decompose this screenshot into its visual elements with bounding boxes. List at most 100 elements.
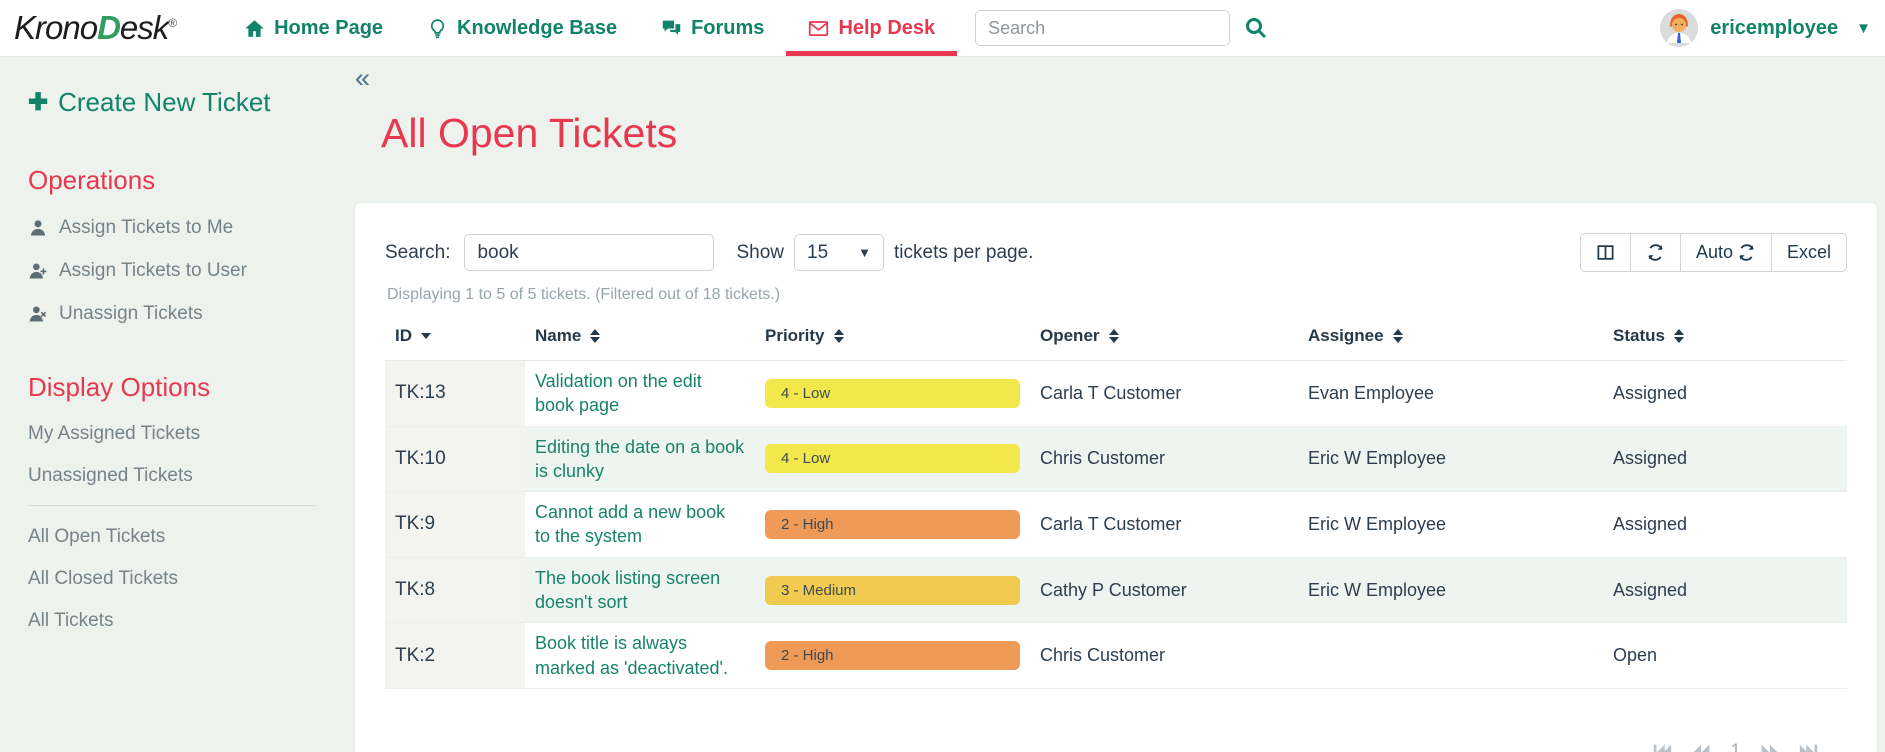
first-page-button[interactable] [1650, 741, 1674, 752]
first-page-icon [1650, 741, 1674, 752]
table-header-row: ID Name Priority Opener Assignee Status [385, 314, 1847, 361]
sidebar-item-label: Assign Tickets to Me [59, 217, 233, 239]
sort-both-icon [834, 329, 844, 343]
refresh-button[interactable] [1630, 233, 1681, 272]
nav-label: Forums [691, 17, 764, 40]
ticket-assignee: Eric W Employee [1298, 492, 1603, 558]
ticket-status: Assigned [1603, 557, 1847, 623]
nav-knowledge-base[interactable]: Knowledge Base [405, 0, 639, 56]
page-size-group: Show 15 ▼ tickets per page. [736, 234, 1033, 271]
column-header-status[interactable]: Status [1603, 314, 1847, 361]
create-new-ticket-button[interactable]: ✚ Create New Ticket [28, 87, 327, 118]
sidebar-item-all-tickets[interactable]: All Tickets [28, 610, 327, 632]
nav-label: Knowledge Base [457, 17, 617, 40]
sidebar-item-unassign-tickets[interactable]: Unassign Tickets [28, 303, 327, 325]
ticket-assignee [1298, 623, 1603, 689]
collapse-sidebar-button[interactable]: « [355, 65, 385, 92]
envelope-icon [808, 18, 829, 39]
nav-home-page[interactable]: Home Page [222, 0, 405, 56]
header-label: Status [1613, 326, 1665, 346]
display-options-heading: Display Options [28, 372, 327, 403]
next-page-button[interactable] [1757, 741, 1781, 752]
table-row: TK:10 Editing the date on a book is clun… [385, 426, 1847, 492]
column-header-id[interactable]: ID [385, 314, 525, 361]
sidebar-item-label: Assign Tickets to User [59, 260, 247, 282]
header-label: Name [535, 326, 581, 346]
column-header-priority[interactable]: Priority [755, 314, 1030, 361]
sidebar-item-all-closed-tickets[interactable]: All Closed Tickets [28, 568, 327, 590]
page-size-select[interactable]: 15 ▼ [794, 234, 884, 271]
forums-icon [661, 18, 682, 39]
search-icon[interactable] [1244, 16, 1268, 40]
ticket-name-link[interactable]: Validation on the edit book page [535, 369, 745, 418]
nav-label: Help Desk [838, 17, 935, 40]
ticket-opener: Cathy P Customer [1030, 557, 1298, 623]
ticket-name-link[interactable]: Book title is always marked as 'deactiva… [535, 631, 745, 680]
column-header-name[interactable]: Name [525, 314, 755, 361]
ticket-name-link[interactable]: Editing the date on a book is clunky [535, 435, 745, 484]
ticket-status: Assigned [1603, 492, 1847, 558]
avatar [1660, 9, 1698, 47]
ticket-assignee: Evan Employee [1298, 361, 1603, 427]
lightbulb-icon [427, 18, 448, 39]
sidebar-item-assign-tickets-to-me[interactable]: Assign Tickets to Me [28, 217, 327, 239]
ticket-search-input[interactable] [464, 234, 714, 271]
last-page-button[interactable] [1797, 741, 1821, 752]
plus-icon: ✚ [28, 88, 48, 117]
sidebar-item-all-open-tickets[interactable]: All Open Tickets [28, 526, 327, 548]
header-label: Priority [765, 326, 825, 346]
page-title: All Open Tickets [381, 110, 1877, 157]
logo-text-d: D [97, 9, 120, 46]
priority-badge: 4 - Low [765, 444, 1020, 473]
previous-page-button[interactable] [1690, 741, 1714, 752]
nav-forums[interactable]: Forums [639, 0, 786, 56]
ticket-id: TK:9 [385, 492, 525, 558]
logo-text-krono: Krono [14, 9, 97, 46]
ticket-assignee: Eric W Employee [1298, 426, 1603, 492]
current-page-number[interactable]: 1 [1730, 741, 1741, 752]
operations-list: Assign Tickets to Me Assign Tickets to U… [28, 217, 327, 325]
logo-text-esk: esk [120, 9, 168, 46]
column-header-assignee[interactable]: Assignee [1298, 314, 1603, 361]
table-row: TK:8 The book listing screen doesn't sor… [385, 557, 1847, 623]
sidebar-item-label: Unassign Tickets [59, 303, 203, 325]
ticket-status: Assigned [1603, 361, 1847, 427]
tickets-card: Search: Show 15 ▼ tickets per page. [355, 203, 1877, 752]
global-search-input[interactable] [975, 10, 1230, 46]
table-toolbar: Auto Excel [1580, 233, 1847, 272]
ticket-name-link[interactable]: Cannot add a new book to the system [535, 500, 745, 549]
column-header-opener[interactable]: Opener [1030, 314, 1298, 361]
last-page-icon [1797, 741, 1821, 752]
sort-desc-icon [421, 333, 431, 339]
auto-refresh-button[interactable]: Auto [1680, 233, 1772, 272]
top-navigation: Home Page Knowledge Base Forums Help Des… [222, 0, 957, 56]
columns-button[interactable] [1580, 233, 1631, 272]
priority-badge: 2 - High [765, 510, 1020, 539]
sort-both-icon [590, 329, 600, 343]
global-search [975, 10, 1268, 46]
ticket-name-link[interactable]: The book listing screen doesn't sort [535, 566, 745, 615]
priority-badge: 2 - High [765, 641, 1020, 670]
columns-icon [1596, 243, 1615, 262]
per-page-label: tickets per page. [894, 242, 1033, 264]
results-summary: Displaying 1 to 5 of 5 tickets. (Filtere… [387, 286, 1847, 304]
table-row: TK:9 Cannot add a new book to the system… [385, 492, 1847, 558]
sidebar: ✚ Create New Ticket Operations Assign Ti… [0, 57, 337, 752]
ticket-id: TK:8 [385, 557, 525, 623]
auto-refresh-label: Auto [1696, 242, 1733, 263]
previous-page-icon [1690, 741, 1714, 752]
pagination: 1 [385, 741, 1821, 752]
sidebar-item-unassigned-tickets[interactable]: Unassigned Tickets [28, 465, 327, 487]
sidebar-item-my-assigned-tickets[interactable]: My Assigned Tickets [28, 423, 327, 445]
user-menu[interactable]: ericemployee ▼ [1660, 9, 1871, 47]
chevron-down-icon: ▼ [858, 245, 871, 260]
nav-help-desk[interactable]: Help Desk [786, 0, 957, 56]
ticket-status: Assigned [1603, 426, 1847, 492]
search-label: Search: [385, 242, 450, 264]
excel-export-button[interactable]: Excel [1771, 233, 1847, 272]
page-size-value: 15 [807, 242, 828, 264]
app-logo[interactable]: KronoDesk® [14, 9, 176, 47]
sidebar-item-assign-tickets-to-user[interactable]: Assign Tickets to User [28, 260, 327, 282]
create-new-ticket-label: Create New Ticket [58, 87, 270, 118]
top-bar: KronoDesk® Home Page Knowledge Base Foru… [0, 0, 1885, 57]
